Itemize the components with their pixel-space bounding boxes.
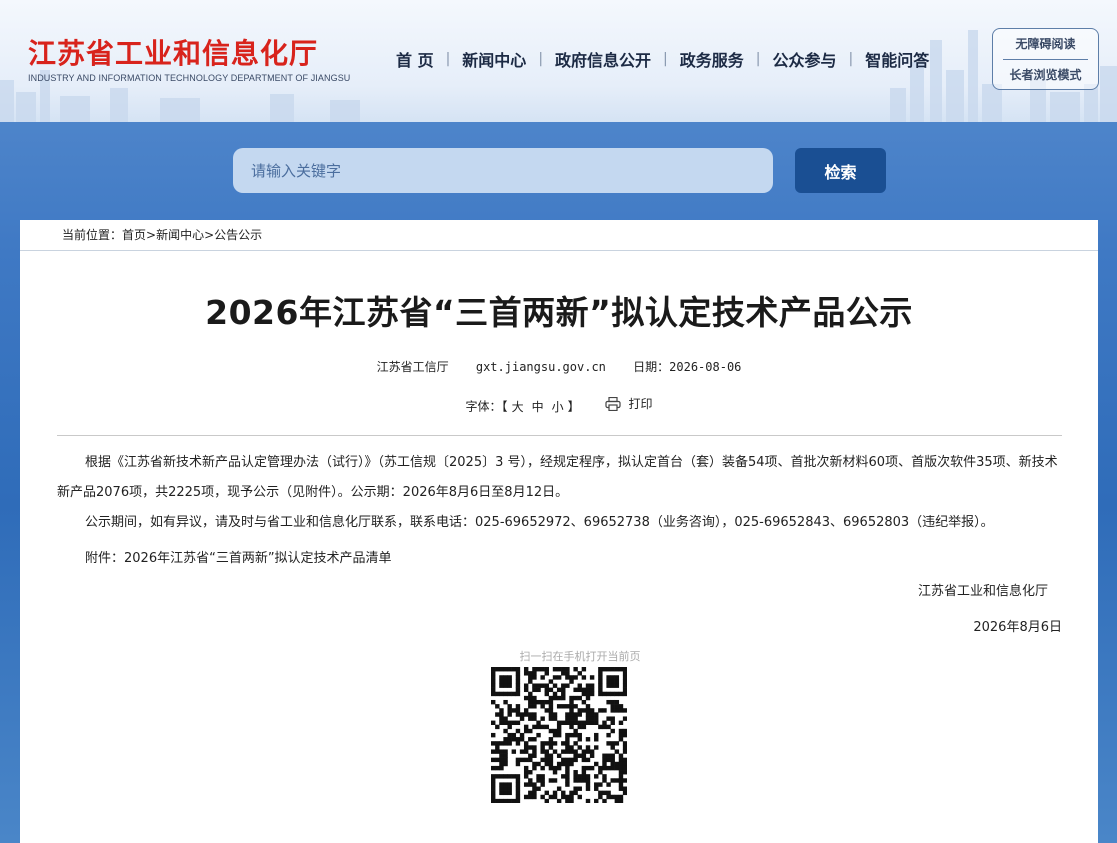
nav-separator: | xyxy=(755,51,761,67)
bracket-close: 】 xyxy=(567,399,580,414)
qr-caption: 扫一扫在手机打开当前页 xyxy=(519,650,641,663)
print-button[interactable]: 打印 xyxy=(605,395,652,412)
nav-public-participation[interactable]: 公众参与 xyxy=(763,47,847,71)
title-divider xyxy=(57,435,1062,436)
site-logo-cn[interactable]: 江苏省工业和信息化厅 xyxy=(28,32,318,72)
nav-separator: | xyxy=(445,51,451,67)
site-logo-en: INDUSTRY AND INFORMATION TECHNOLOGY DEPA… xyxy=(28,73,351,83)
accessibility-box: 无障碍阅读 长者浏览模式 xyxy=(992,28,1099,90)
article-body: 根据《江苏省新技术新产品认定管理办法（试行）》（苏工信规〔2025〕3 号），经… xyxy=(57,448,1063,574)
font-size-label: 字体： xyxy=(465,399,502,414)
font-medium-button[interactable]: 中 xyxy=(532,400,544,414)
barrier-free-button[interactable]: 无障碍阅读 xyxy=(993,29,1098,59)
breadcrumb-sep: > xyxy=(146,228,157,242)
nav-news-center[interactable]: 新闻中心 xyxy=(452,47,536,71)
article-source: 江苏省工信厅 xyxy=(376,360,449,374)
article-date: 日期：2026-08-06 xyxy=(633,360,741,374)
printer-icon xyxy=(605,396,622,411)
article-signature: 江苏省工业和信息化厅 xyxy=(917,584,1048,599)
nav-separator: | xyxy=(663,51,668,67)
breadcrumb: 当前位置：首页>新闻中心>公告公示 xyxy=(20,220,1098,251)
article-paragraph: 根据《江苏省新技术新产品认定管理办法（试行）》（苏工信规〔2025〕3 号），经… xyxy=(57,455,1058,500)
nav-smart-qa[interactable]: 智能问答 xyxy=(855,47,939,71)
article-sign-date: 2026年8月6日 xyxy=(973,620,1062,635)
print-label: 打印 xyxy=(628,397,653,411)
date-label: 日期： xyxy=(633,360,670,374)
font-size-toolbar: 字体：【大中小】 打印 xyxy=(20,395,1098,415)
font-large-button[interactable]: 大 xyxy=(512,400,524,414)
nav-gov-info[interactable]: 政府信息公开 xyxy=(545,47,661,71)
article-meta: 江苏省工信厅 gxt.jiangsu.gov.cn 日期：2026-08-06 xyxy=(20,358,1098,375)
date-value: 2026-08-06 xyxy=(669,360,742,374)
search-input[interactable] xyxy=(233,148,773,193)
breadcrumb-prefix: 当前位置： xyxy=(62,228,123,242)
elder-mode-button[interactable]: 长者浏览模式 xyxy=(993,60,1098,90)
attachment-link[interactable]: 附件：2026年江苏省“三首两新”拟认定技术产品清单 xyxy=(57,544,1063,574)
nav-separator: | xyxy=(848,51,854,67)
qr-code-icon xyxy=(491,667,627,803)
article-paragraph: 公示期间，如有异议，请及时与省工业和信息化厅联系，联系电话：025-696529… xyxy=(85,515,994,530)
breadcrumb-news-center[interactable]: 新闻中心 xyxy=(156,228,204,242)
bracket-open: 【 xyxy=(501,399,508,414)
breadcrumb-announcements[interactable]: 公告公示 xyxy=(214,228,262,242)
nav-separator: | xyxy=(538,51,544,67)
site-header: 江苏省工业和信息化厅 INDUSTRY AND INFORMATION TECH… xyxy=(0,0,1117,122)
breadcrumb-home[interactable]: 首页 xyxy=(122,228,146,242)
article-title: 2026年江苏省“三首两新”拟认定技术产品公示 xyxy=(205,293,913,332)
article-site: gxt.jiangsu.gov.cn xyxy=(475,360,606,374)
nav-home[interactable]: 首 页 xyxy=(386,47,444,71)
search-button[interactable]: 检索 xyxy=(795,148,886,193)
breadcrumb-sep: > xyxy=(204,228,215,242)
article-container: 当前位置：首页>新闻中心>公告公示 2026年江苏省“三首两新”拟认定技术产品公… xyxy=(20,220,1098,843)
font-small-button[interactable]: 小 xyxy=(552,400,564,414)
nav-services[interactable]: 政务服务 xyxy=(670,47,754,71)
main-nav: 首 页 | 新闻中心 | 政府信息公开 | 政务服务 | 公众参与 | 智能问答 xyxy=(386,47,939,71)
